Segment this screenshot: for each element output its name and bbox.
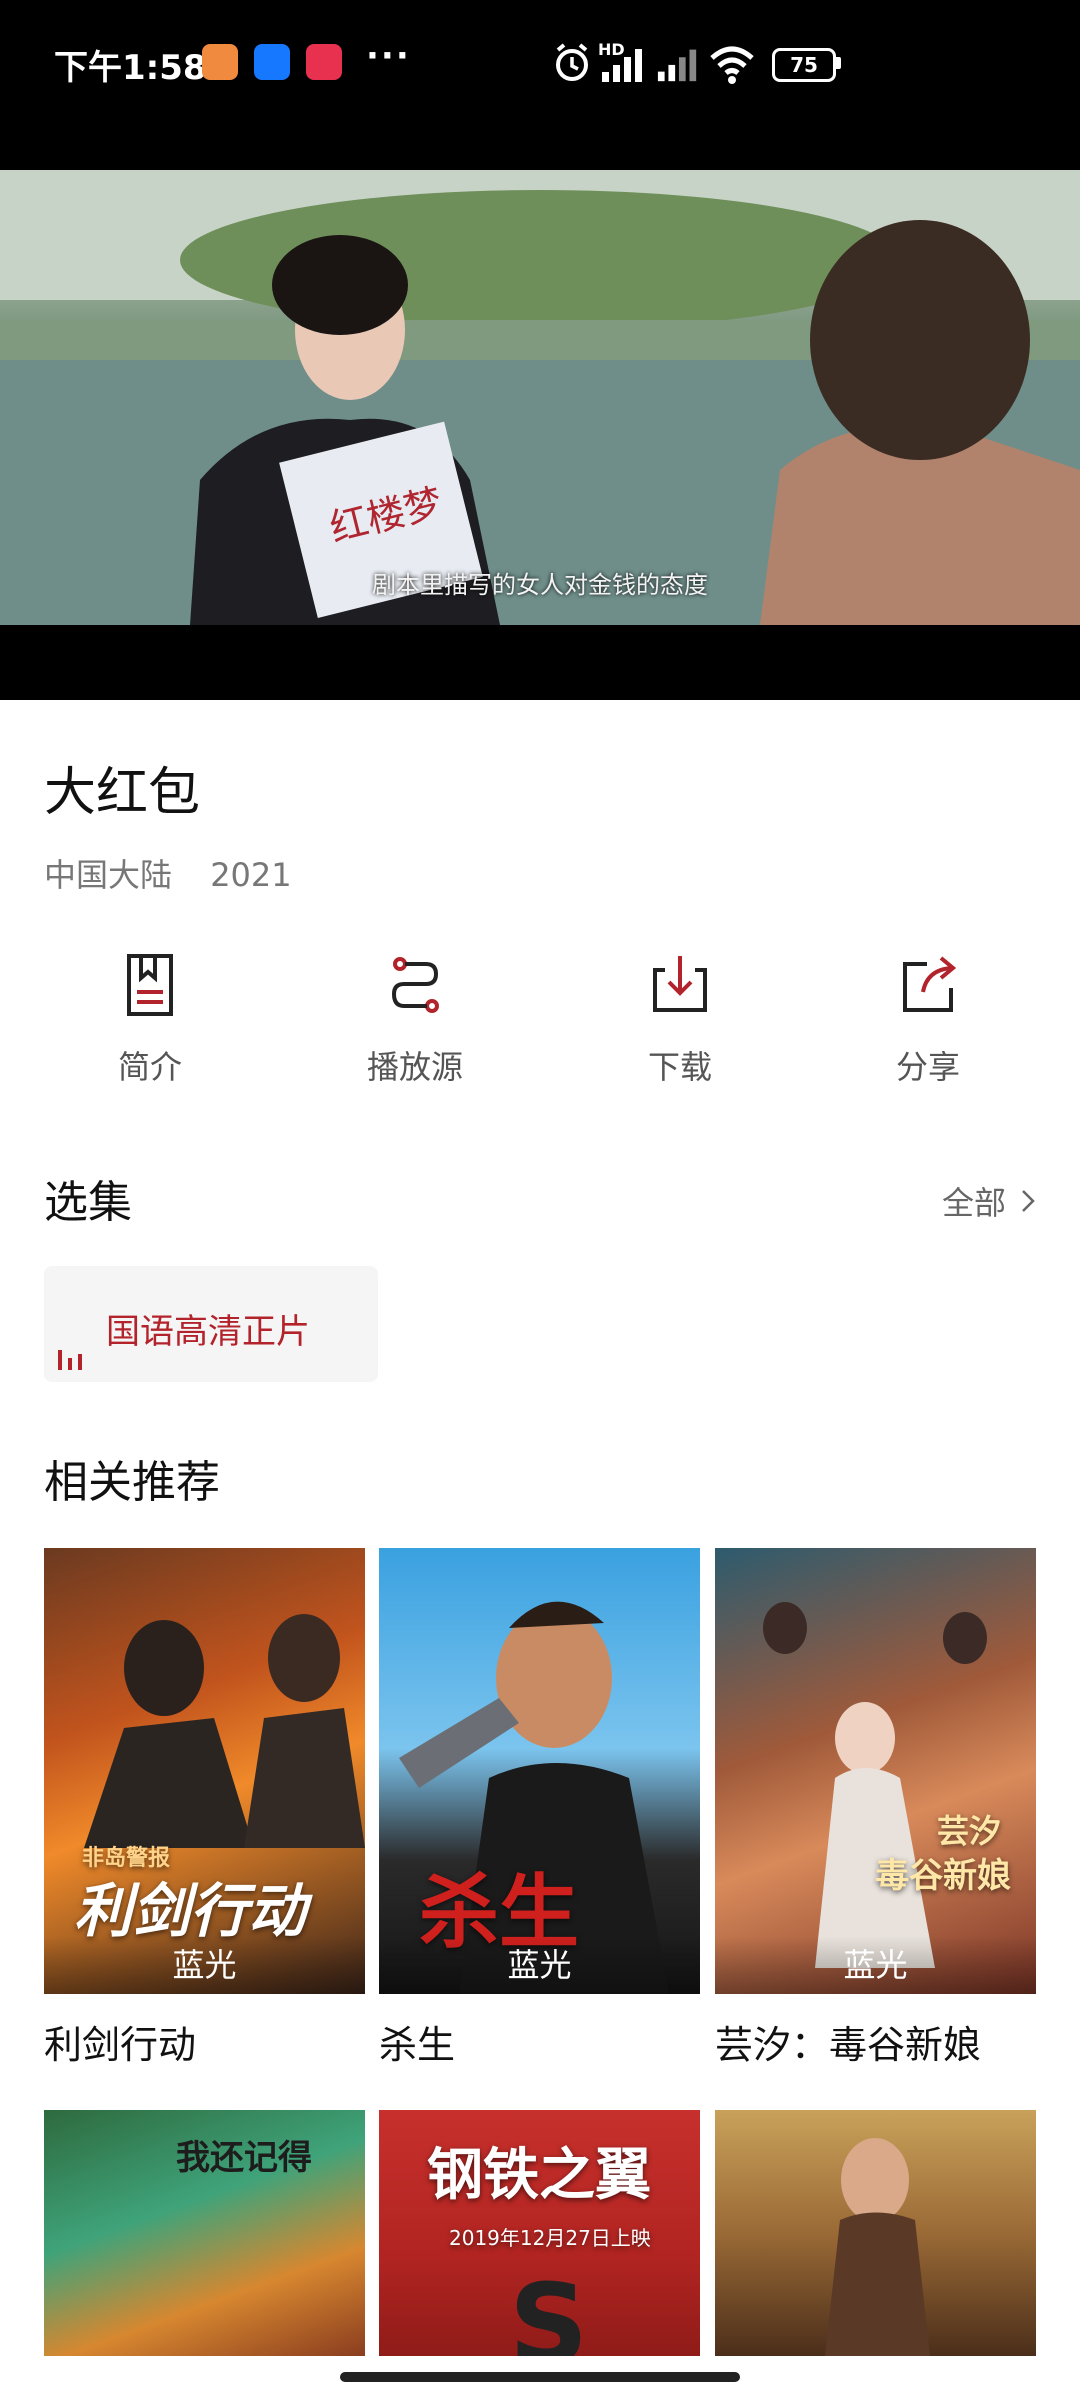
recommend-header: 相关推荐 xyxy=(44,1457,220,1508)
episode-label: 国语高清正片 xyxy=(106,1312,310,1352)
poster-subtitle: 芸汐 xyxy=(937,1812,1002,1850)
poster-art xyxy=(763,1602,987,1968)
share-label: 分享 xyxy=(895,1048,960,1086)
video-subtitle: 剧本里描写的女人对金钱的态度 xyxy=(372,571,708,599)
poster-subtitle: 2019年12月27日上映 xyxy=(449,2226,651,2250)
poster-image[interactable] xyxy=(715,2110,1036,2356)
movie-meta: 中国大陆 2021 xyxy=(44,850,320,896)
movie-title: 大红包 xyxy=(44,763,201,823)
download-icon xyxy=(653,956,707,1012)
poster-title: 毒谷新娘 xyxy=(875,1856,1011,1896)
download-label: 下载 xyxy=(647,1048,712,1086)
card-title[interactable]: 杀生 xyxy=(379,2014,455,2069)
quality-badge: 蓝光 xyxy=(44,1936,365,1994)
status-time: 下午1:58 xyxy=(54,48,207,88)
alipay-app-icon xyxy=(254,44,290,80)
all-episodes-label: 全部 xyxy=(941,1184,1006,1222)
video-player[interactable]: 红楼梦 剧本里描写的女人对金钱的态度 xyxy=(0,170,1080,700)
card-title[interactable]: 利剑行动 xyxy=(44,2014,196,2069)
intro-button[interactable]: 简介 xyxy=(50,950,250,1088)
battery-indicator: 75 xyxy=(772,48,836,82)
cellular-signal-icon xyxy=(602,49,642,82)
cellular-signal-2-icon xyxy=(657,49,697,82)
video-frame[interactable]: 红楼梦 剧本里描写的女人对金钱的态度 xyxy=(0,170,1080,625)
route-icon xyxy=(391,957,439,1013)
poster-letter: S xyxy=(509,2260,589,2356)
poster-image[interactable]: 非岛警报 利剑行动 蓝光 xyxy=(44,1548,365,1994)
share-button[interactable]: 分享 xyxy=(828,950,1028,1088)
poster-image[interactable]: 芸汐 毒谷新娘 蓝光 xyxy=(715,1548,1036,1994)
status-bar: 下午1:58 ··· HD 75 xyxy=(0,0,1080,170)
movie-year: 2021 xyxy=(210,856,292,894)
poster-image[interactable]: 杀生 蓝光 xyxy=(379,1548,700,1994)
chevron-right-icon xyxy=(1022,1190,1035,1212)
poster-title: 我还记得 xyxy=(176,2138,312,2178)
alarm-icon xyxy=(556,43,588,81)
poster-art xyxy=(825,2138,930,2356)
home-indicator[interactable] xyxy=(340,2372,740,2382)
download-button[interactable]: 下载 xyxy=(580,950,780,1088)
wifi-icon xyxy=(710,46,754,84)
book-icon xyxy=(127,954,173,1016)
source-button[interactable]: 播放源 xyxy=(315,950,515,1088)
share-icon xyxy=(903,956,957,1012)
quality-badge: 蓝光 xyxy=(379,1936,700,1994)
all-episodes-link[interactable]: 全部 xyxy=(942,1178,1036,1224)
poster-image[interactable]: 我还记得 xyxy=(44,2110,365,2356)
taobao-app-icon xyxy=(202,44,238,80)
episode-item[interactable]: 国语高清正片 xyxy=(44,1266,378,1382)
battery-tip xyxy=(836,57,841,69)
quality-badge: 蓝光 xyxy=(715,1936,1036,1994)
intro-label: 简介 xyxy=(117,1048,182,1086)
movie-region: 中国大陆 xyxy=(44,856,173,894)
more-notifications-icon: ··· xyxy=(366,36,411,76)
episodes-header: 选集 xyxy=(44,1177,132,1228)
now-playing-icon xyxy=(58,1350,82,1370)
poster-title: 钢铁之翼 xyxy=(427,2143,651,2208)
poster-image[interactable]: 钢铁之翼 2019年12月27日上映 S xyxy=(379,2110,700,2356)
source-label: 播放源 xyxy=(366,1048,463,1086)
video-scene: 红楼梦 xyxy=(0,170,1080,625)
action-bar: 简介 播放源 下载 分享 xyxy=(0,950,1080,1100)
card-title[interactable]: 芸汐：毒谷新娘 xyxy=(715,2014,981,2069)
video-app-icon xyxy=(306,44,342,80)
